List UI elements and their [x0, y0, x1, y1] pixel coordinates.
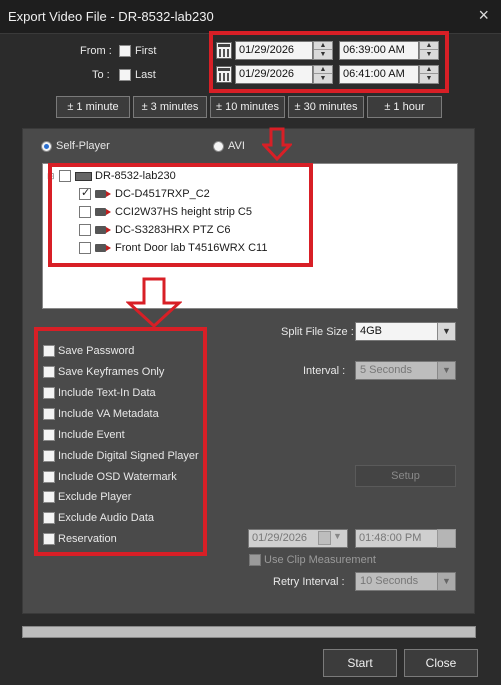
from-date-spinner[interactable]: ▲ ▼	[313, 41, 333, 60]
to-date-spinner[interactable]: ▲ ▼	[313, 65, 333, 84]
option-checkbox[interactable]	[43, 366, 55, 378]
option-include-digital-signed-player[interactable]: Include Digital Signed Player	[43, 448, 199, 464]
option-checkbox[interactable]	[43, 491, 55, 503]
option-label: Exclude Audio Data	[58, 512, 155, 524]
option-label: Include OSD Watermark	[58, 471, 177, 483]
option-label: Save Password	[58, 345, 135, 357]
option-checkbox[interactable]	[43, 450, 55, 462]
first-label: First	[135, 45, 157, 57]
option-label: Save Keyframes Only	[58, 366, 165, 378]
option-include-text-in-data[interactable]: Include Text-In Data	[43, 385, 156, 401]
option-label: Include Text-In Data	[58, 387, 156, 399]
chevron-down-icon[interactable]: ▼	[437, 573, 455, 590]
option-checkbox[interactable]	[43, 471, 55, 483]
option-save-keyframes-only[interactable]: Save Keyframes Only	[43, 364, 164, 380]
option-include-osd-watermark[interactable]: Include OSD Watermark	[43, 469, 177, 485]
self-player-label: Self-Player	[56, 140, 110, 152]
reservation-date-value: 01/29/2026	[252, 532, 308, 544]
spin-up-icon[interactable]: ▲	[314, 66, 332, 74]
last-label: Last	[135, 69, 156, 81]
export-progress-bar	[22, 626, 476, 638]
self-player-radio[interactable]	[41, 141, 52, 152]
option-label: Include Digital Signed Player	[58, 450, 199, 462]
from-label: From :	[80, 45, 112, 57]
option-exclude-player[interactable]: Exclude Player	[43, 489, 131, 505]
plus-minus-1-minute-button[interactable]: ± 1 minute	[56, 96, 130, 118]
option-label: Exclude Player	[58, 491, 132, 503]
plus-minus-3-minutes-button[interactable]: ± 3 minutes	[133, 96, 207, 118]
spin-up-icon[interactable]: ▲	[420, 42, 438, 50]
interval-label: Interval :	[303, 365, 346, 377]
last-checkbox[interactable]	[119, 69, 131, 81]
camera-selection-highlight	[48, 163, 313, 267]
close-button[interactable]: Close	[404, 649, 478, 677]
chevron-down-icon[interactable]: ▼	[437, 362, 455, 379]
use-clip-measurement-checkbox[interactable]	[249, 554, 261, 566]
reservation-time-spinner[interactable]	[437, 529, 456, 548]
retry-interval-select[interactable]: 10 Seconds ▼	[355, 572, 456, 591]
from-date-input[interactable]: 01/29/2026	[235, 41, 313, 60]
reservation-time-value: 01:48:00 PM	[359, 532, 422, 544]
avi-radio[interactable]	[213, 141, 224, 152]
spin-up-icon[interactable]: ▲	[314, 42, 332, 50]
close-icon[interactable]: ×	[478, 5, 489, 26]
calendar-icon[interactable]	[216, 42, 232, 59]
split-file-size-label: Split File Size :	[281, 326, 354, 338]
to-time-spinner[interactable]: ▲ ▼	[419, 65, 439, 84]
spin-up-icon[interactable]: ▲	[420, 66, 438, 74]
start-button[interactable]: Start	[323, 649, 397, 677]
to-label: To :	[92, 69, 110, 81]
option-exclude-audio-data[interactable]: Exclude Audio Data	[43, 510, 154, 526]
option-include-va-metadata[interactable]: Include VA Metadata	[43, 406, 159, 422]
split-file-size-select[interactable]: 4GB ▼	[355, 322, 456, 341]
option-checkbox[interactable]	[43, 512, 55, 524]
option-checkbox[interactable]	[43, 533, 55, 545]
highlight-arrow-icon	[126, 277, 182, 329]
option-save-password[interactable]: Save Password	[43, 343, 134, 359]
option-checkbox[interactable]	[43, 387, 55, 399]
title-bar: Export Video File - DR-8532-lab230 ×	[0, 0, 501, 34]
spin-down-icon[interactable]: ▼	[314, 75, 332, 83]
avi-label: AVI	[228, 140, 245, 152]
spin-down-icon[interactable]: ▼	[420, 75, 438, 83]
option-checkbox[interactable]	[43, 429, 55, 441]
chevron-down-icon[interactable]: ▼	[437, 323, 455, 340]
option-label: Reservation	[58, 533, 117, 545]
calendar-icon[interactable]	[318, 531, 331, 545]
from-time-input[interactable]: 06:39:00 AM	[339, 41, 419, 60]
first-checkbox[interactable]	[119, 45, 131, 57]
calendar-icon[interactable]	[216, 66, 232, 83]
use-clip-measurement-label: Use Clip Measurement	[264, 554, 376, 566]
option-checkbox[interactable]	[43, 408, 55, 420]
setup-button[interactable]: Setup	[355, 465, 456, 487]
split-file-size-value: 4GB	[360, 325, 383, 337]
plus-minus-10-minutes-button[interactable]: ± 10 minutes	[210, 96, 285, 118]
to-time-input[interactable]: 06:41:00 AM	[339, 65, 419, 84]
option-include-event[interactable]: Include Event	[43, 427, 125, 443]
highlight-arrow-icon	[262, 127, 292, 161]
plus-minus-30-minutes-button[interactable]: ± 30 minutes	[288, 96, 364, 118]
spin-down-icon[interactable]: ▼	[420, 51, 438, 59]
option-reservation[interactable]: Reservation	[43, 531, 117, 547]
retry-interval-label: Retry Interval :	[273, 576, 345, 588]
interval-value: 5 Seconds	[360, 364, 412, 376]
retry-interval-value: 10 Seconds	[360, 575, 419, 587]
option-checkbox[interactable]	[43, 345, 55, 357]
option-label: Include VA Metadata	[58, 408, 159, 420]
to-date-input[interactable]: 01/29/2026	[235, 65, 313, 84]
from-time-spinner[interactable]: ▲ ▼	[419, 41, 439, 60]
window-title: Export Video File - DR-8532-lab230	[8, 9, 214, 24]
plus-minus-1-hour-button[interactable]: ± 1 hour	[367, 96, 442, 118]
option-label: Include Event	[58, 429, 125, 441]
interval-select[interactable]: 5 Seconds ▼	[355, 361, 456, 380]
spin-down-icon[interactable]: ▼	[314, 51, 332, 59]
chevron-down-icon[interactable]: ▼	[333, 531, 342, 541]
